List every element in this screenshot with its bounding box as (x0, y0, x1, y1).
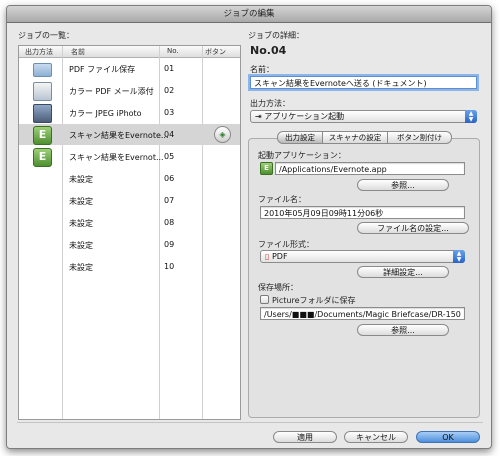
evernote-icon: E (33, 148, 52, 167)
job-number: 07 (164, 196, 175, 205)
picture-folder-checkbox[interactable] (260, 295, 269, 304)
apply-button[interactable]: 適用 (273, 431, 337, 443)
job-name: 未設定 (69, 241, 93, 250)
job-row-04[interactable]: E スキャン結果をEvernote... 04 ◈ (19, 124, 240, 145)
output-method-label: 出力方法： (250, 99, 290, 108)
job-row-10[interactable]: 未設定 10 (19, 256, 240, 277)
output-method-popup[interactable]: ⇥ アプリケーション起動 ▲ ▼ (250, 110, 477, 123)
button-assign-icon[interactable]: ◈ (214, 126, 231, 143)
job-edit-window: ジョブの編集 ジョブの一覧： 出力方法 名前 No. ボタン PDF ファイル保… (6, 5, 492, 449)
app-launch-icon: ⇥ (255, 112, 265, 121)
column-header-no[interactable]: No. (167, 47, 179, 55)
evernote-icon: E (33, 126, 52, 145)
launch-app-label: 起動アプリケーション： (258, 151, 346, 160)
job-list-header: 出力方法 名前 No. ボタン (19, 46, 240, 58)
window-title: ジョブの編集 (7, 6, 491, 23)
ok-button[interactable]: OK (416, 431, 480, 443)
pdf-file-icon: ▯ (265, 252, 272, 261)
launch-app-field[interactable]: /Applications/Evernote.app (275, 162, 465, 175)
cancel-button[interactable]: キャンセル (344, 431, 408, 443)
column-header-name[interactable]: 名前 (71, 47, 85, 57)
output-method-value: アプリケーション起動 (264, 112, 345, 121)
job-row-02[interactable]: カラー PDF メール添付 02 (19, 80, 240, 101)
browse-app-button[interactable]: 参照... (357, 179, 449, 191)
browse-save-button[interactable]: 参照... (357, 324, 449, 336)
save-path-field[interactable]: /Users/■■■/Documents/Magic Briefcase/DR-… (260, 307, 465, 320)
popup-arrows-icon: ▲ ▼ (465, 110, 477, 123)
job-row-03[interactable]: カラー JPEG iPhoto 03 (19, 102, 240, 123)
job-number: 06 (164, 174, 175, 183)
job-row-08[interactable]: 未設定 08 (19, 212, 240, 233)
name-label: 名前： (250, 65, 274, 74)
filename-label: ファイル名： (258, 195, 306, 204)
job-number: 03 (164, 108, 175, 117)
job-name: PDF ファイル保存 (69, 65, 136, 74)
job-number: 10 (164, 262, 175, 271)
job-name: カラー PDF メール添付 (69, 87, 154, 96)
tab-scanner-settings[interactable]: スキャナの設定 (322, 131, 388, 144)
job-list[interactable]: 出力方法 名前 No. ボタン PDF ファイル保存 01 カラー PDF メー… (18, 45, 241, 420)
job-name-field[interactable]: スキャン結果をEvernoteへ送る (ドキュメント) (250, 76, 477, 89)
file-format-label: ファイル形式： (258, 240, 314, 249)
iphoto-icon (33, 104, 52, 123)
job-name: カラー JPEG iPhoto (69, 109, 142, 118)
job-name: 未設定 (69, 219, 93, 228)
file-format-value: PDF (271, 252, 288, 261)
job-number: 08 (164, 218, 175, 227)
tab-output-settings[interactable]: 出力設定 (277, 131, 323, 144)
job-name: 未設定 (69, 263, 93, 272)
job-name: 未設定 (69, 197, 93, 206)
job-name: スキャン結果をEvernot... (69, 153, 164, 162)
job-row-05[interactable]: E スキャン結果をEvernot... 05 (19, 146, 240, 167)
job-name: 未設定 (69, 175, 93, 184)
picture-folder-label: Pictureフォルダに保存 (272, 296, 356, 305)
filename-settings-button[interactable]: ファイル名の設定... (357, 222, 469, 234)
job-row-01[interactable]: PDF ファイル保存 01 (19, 58, 240, 79)
job-list-heading: ジョブの一覧： (18, 31, 74, 40)
job-number: 09 (164, 240, 175, 249)
column-header-button[interactable]: ボタン (205, 47, 226, 57)
job-name: スキャン結果をEvernote... (69, 131, 169, 140)
detail-settings-button[interactable]: 詳細設定... (357, 266, 449, 278)
job-number: 04 (164, 130, 175, 139)
mail-attach-icon (33, 82, 52, 101)
evernote-app-icon: E (260, 162, 273, 175)
job-row-07[interactable]: 未設定 07 (19, 190, 240, 211)
job-number: 02 (164, 86, 175, 95)
save-location-label: 保存場所： (258, 283, 298, 292)
file-format-popup[interactable]: ▯ PDF ▲ ▼ (260, 250, 465, 263)
filename-field[interactable]: 2010年05月09日09時11分06秒 (260, 206, 465, 219)
job-row-06[interactable]: 未設定 06 (19, 168, 240, 189)
job-number: 05 (164, 152, 175, 161)
footer-divider (17, 422, 483, 423)
tab-button-assign[interactable]: ボタン割付け (387, 131, 452, 144)
job-detail-heading: ジョブの詳細： (248, 31, 304, 40)
job-row-09[interactable]: 未設定 09 (19, 234, 240, 255)
folder-icon (33, 63, 52, 77)
job-number-title: No.04 (250, 44, 287, 57)
job-number: 01 (164, 64, 175, 73)
column-header-method[interactable]: 出力方法 (25, 47, 53, 57)
popup-arrows-icon: ▲ ▼ (453, 250, 465, 263)
